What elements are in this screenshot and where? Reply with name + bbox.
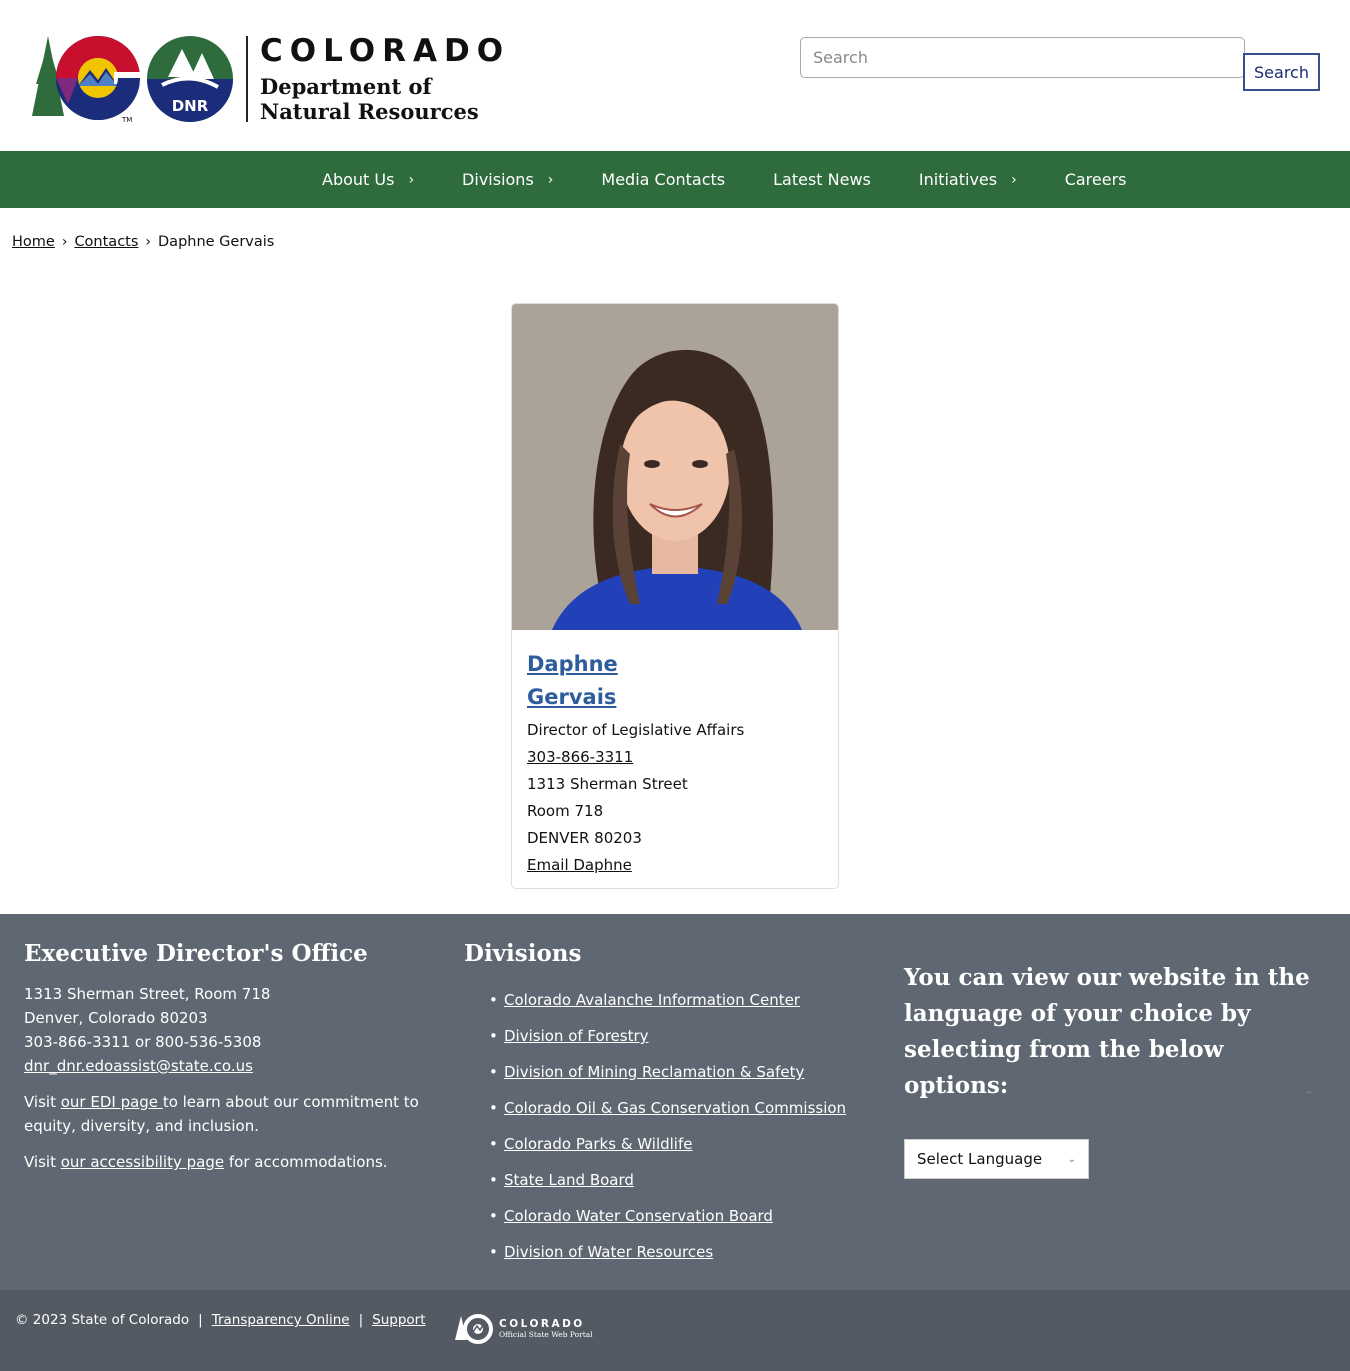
breadcrumb-current: Daphne Gervais	[158, 234, 275, 250]
site-footer: Executive Director's Office 1313 Sherman…	[0, 914, 1350, 1290]
footer-office: Executive Director's Office 1313 Sherman…	[24, 940, 434, 1174]
division-link[interactable]: Colorado Oil & Gas Conservation Commissi…	[504, 1099, 846, 1117]
footer-language: You can view our website in the language…	[904, 960, 1324, 1179]
list-item: Colorado Oil & Gas Conservation Commissi…	[489, 1090, 884, 1126]
list-item: State Land Board	[489, 1162, 884, 1198]
contact-first-name: Daphne	[527, 652, 618, 676]
footer-edi-link[interactable]: our EDI page	[61, 1093, 163, 1111]
colorado-c-logo-icon	[455, 1314, 493, 1344]
contact-room: Room 718	[527, 802, 604, 820]
transparency-link[interactable]: Transparency Online	[212, 1312, 350, 1328]
svg-text:TM: TM	[121, 116, 132, 124]
contact-details: Daphne Gervais Director of Legislative A…	[512, 630, 838, 879]
footer-access-prefix: Visit	[24, 1153, 61, 1171]
chevron-down-icon: ⌄	[1304, 1083, 1315, 1097]
dnr-badge-icon: DNR	[147, 36, 233, 122]
division-link[interactable]: Colorado Avalanche Information Center	[504, 991, 800, 1009]
nav-item-label: Initiatives	[918, 170, 998, 189]
contact-street: 1313 Sherman Street	[527, 775, 688, 793]
contact-name-link[interactable]: Daphne Gervais	[527, 648, 647, 714]
language-select[interactable]: Select Language ⌄	[904, 1139, 1089, 1179]
colorado-c-logo-icon: TM	[32, 36, 140, 124]
language-select-value: Select Language	[917, 1150, 1043, 1168]
logo-dept-line2: Natural Resources	[260, 99, 479, 124]
state-portal-logo[interactable]: COLORADO Official State Web Portal	[455, 1314, 593, 1344]
division-link[interactable]: Colorado Water Conservation Board	[504, 1207, 773, 1225]
logo-divider	[246, 36, 248, 122]
footer-accessibility-text: Visit our accessibility page for accommo…	[24, 1150, 434, 1174]
footer-office-phones: 303-866-3311 or 800-536-5308	[24, 1033, 262, 1051]
breadcrumb-contacts-link[interactable]: Contacts	[74, 234, 138, 250]
contact-photo	[512, 304, 838, 630]
division-link[interactable]: Division of Mining Reclamation & Safety	[504, 1063, 804, 1081]
division-link[interactable]: Division of Water Resources	[504, 1243, 713, 1261]
bottom-links: © 2023 State of Colorado | Transparency …	[15, 1312, 426, 1328]
dnr-badge-text: DNR	[172, 97, 209, 115]
breadcrumb-separator: ›	[61, 234, 68, 250]
logo-dept-line1: Department of	[260, 74, 432, 99]
chevron-right-icon[interactable]: ›	[1011, 172, 1017, 188]
chevron-right-icon[interactable]: ›	[408, 172, 414, 188]
bottom-bar: © 2023 State of Colorado | Transparency …	[0, 1290, 1350, 1371]
footer-divisions-list: Colorado Avalanche Information Center Di…	[464, 982, 884, 1270]
nav-item-divisions[interactable]: Divisions ›	[438, 151, 577, 208]
footer-edi-prefix: Visit	[24, 1093, 61, 1111]
logo-state-name: COLORADO	[260, 33, 511, 69]
division-link[interactable]: Colorado Parks & Wildlife	[504, 1135, 693, 1153]
search-button[interactable]: Search	[1243, 53, 1320, 91]
nav-item-label: About Us	[322, 170, 395, 189]
search-input[interactable]	[800, 37, 1245, 78]
contact-title: Director of Legislative Affairs	[527, 721, 745, 739]
breadcrumb-home-link[interactable]: Home	[12, 234, 55, 250]
list-item: Division of Water Resources	[489, 1234, 884, 1270]
division-link[interactable]: Division of Forestry	[504, 1027, 649, 1045]
footer-office-address2: Denver, Colorado 80203	[24, 1009, 208, 1027]
breadcrumb-separator: ›	[145, 234, 152, 250]
contact-card: Daphne Gervais Director of Legislative A…	[511, 303, 839, 889]
footer-divisions: Divisions Colorado Avalanche Information…	[464, 940, 884, 1270]
site-logo[interactable]: TM DNR COLORADO Department of Natural Re…	[28, 34, 510, 124]
state-logo-sub: Official State Web Portal	[499, 1330, 593, 1339]
footer-accessibility-link[interactable]: our accessibility page	[61, 1153, 224, 1171]
footer-edi-text: Visit our EDI page to learn about our co…	[24, 1090, 434, 1138]
footer-office-heading: Executive Director's Office	[24, 940, 368, 967]
nav-item-media-contacts[interactable]: Media Contacts	[577, 151, 749, 208]
nav-item-label: Careers	[1064, 170, 1127, 189]
list-item: Colorado Parks & Wildlife	[489, 1126, 884, 1162]
list-item: Division of Forestry	[489, 1018, 884, 1054]
support-link[interactable]: Support	[372, 1312, 425, 1328]
nav-item-initiatives[interactable]: Initiatives ›	[895, 151, 1041, 208]
separator: |	[198, 1312, 203, 1328]
state-portal-logo-text: COLORADO Official State Web Portal	[499, 1318, 593, 1340]
nav-item-label: Divisions	[462, 170, 534, 189]
contact-phone-link[interactable]: 303-866-3311	[527, 748, 633, 766]
footer-office-address1: 1313 Sherman Street, Room 718	[24, 985, 271, 1003]
state-logo-name: COLORADO	[499, 1318, 585, 1330]
logo-text: COLORADO Department of Natural Resources	[260, 34, 510, 124]
nav-item-label: Latest News	[773, 170, 871, 189]
nav-item-label: Media Contacts	[601, 170, 726, 189]
list-item: Colorado Water Conservation Board	[489, 1198, 884, 1234]
breadcrumb: Home › Contacts › Daphne Gervais	[12, 234, 274, 250]
chevron-right-icon[interactable]: ›	[548, 172, 554, 188]
list-item: Colorado Avalanche Information Center	[489, 982, 884, 1018]
contact-email-link[interactable]: Email Daphne	[527, 856, 632, 874]
footer-office-email-link[interactable]: dnr_dnr.edoassist@state.co.us	[24, 1057, 253, 1075]
nav-item-careers[interactable]: Careers	[1041, 151, 1151, 208]
division-link[interactable]: State Land Board	[504, 1171, 634, 1189]
nav-item-latest-news[interactable]: Latest News	[749, 151, 895, 208]
list-item: Division of Mining Reclamation & Safety	[489, 1054, 884, 1090]
copyright-text: © 2023 State of Colorado	[15, 1312, 190, 1328]
contact-city: DENVER 80203	[527, 829, 642, 847]
footer-language-heading: You can view our website in the language…	[904, 964, 1310, 1099]
contact-last-name: Gervais	[527, 685, 617, 709]
chevron-down-icon: ⌄	[1067, 1153, 1076, 1165]
nav-item-about-us[interactable]: About Us ›	[298, 151, 438, 208]
footer-access-suffix: for accommodations.	[224, 1153, 388, 1171]
main-nav: About Us › Divisions › Media Contacts La…	[0, 151, 1350, 208]
footer-divisions-heading: Divisions	[464, 940, 582, 967]
separator: |	[358, 1312, 364, 1328]
site-header: TM DNR COLORADO Department of Natural Re…	[0, 0, 1350, 152]
